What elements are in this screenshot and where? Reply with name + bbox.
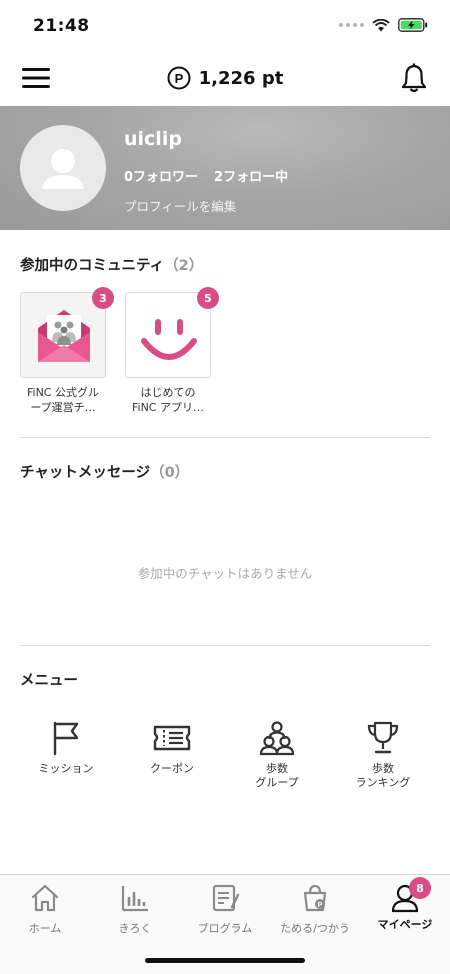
tab-icon-wrapper: 8 <box>390 877 431 913</box>
coupon-icon <box>153 725 191 751</box>
menu-item-label: クーポン <box>120 762 224 776</box>
followers-link[interactable]: 0フォロワー <box>124 166 198 185</box>
status-indicators <box>339 18 428 32</box>
community-name-line1: はじめての <box>140 386 196 399</box>
tab-records[interactable]: きろく <box>90 883 180 936</box>
edit-profile-link[interactable]: プロフィールを編集 <box>124 196 236 215</box>
smiley-icon <box>141 319 197 360</box>
wifi-icon <box>372 18 390 31</box>
community-card[interactable]: 5 はじめての FiNC アプリ… <box>125 287 219 415</box>
community-name-line2: ープ運営チ… <box>30 401 96 414</box>
menu-item-label-line1: クーポン <box>150 762 194 775</box>
communities-count: （2） <box>164 258 204 274</box>
tab-home[interactable]: ホーム <box>0 883 90 936</box>
follow-stats: 0フォロワー 2フォロー中 <box>124 166 288 185</box>
points-icon: P <box>167 66 191 90</box>
battery-icon <box>398 18 428 32</box>
chart-icon <box>121 886 148 912</box>
community-name-line2: FiNC アプリ… <box>132 401 204 414</box>
tab-label: マイページ <box>377 918 433 931</box>
bell-icon[interactable] <box>400 63 428 93</box>
communities-title: 参加中のコミュニティ <box>20 258 165 274</box>
community-card[interactable]: 3 FiNC 公式グル ープ運営チ… <box>20 287 114 415</box>
home-icon <box>31 884 59 912</box>
bag-icon-letter: P <box>318 902 323 909</box>
community-thumbnail: 5 <box>125 287 219 378</box>
status-time: 21:48 <box>33 16 90 36</box>
community-name: FiNC 公式グル ープ運営チ… <box>20 385 106 415</box>
chat-title: チャットメッセージ <box>20 465 151 481</box>
avatar[interactable] <box>20 125 106 211</box>
app-header: P 1,226 pt <box>0 50 450 106</box>
points-display[interactable]: P 1,226 pt <box>0 66 450 90</box>
tab-label: ためる/つかう <box>280 922 350 935</box>
community-name-line1: FiNC 公式グル <box>27 386 99 399</box>
notification-badge: 5 <box>197 287 219 309</box>
tab-label: きろく <box>118 922 152 935</box>
coupon-menu-item[interactable]: クーポン <box>120 720 224 776</box>
tab-label: ホーム <box>28 922 62 935</box>
menu-item-label-line1: 歩数 <box>372 762 394 775</box>
default-avatar-icon <box>42 149 84 189</box>
communities-section-title: 参加中のコミュニティ（2） <box>20 254 203 275</box>
menu-item-label-line2: グループ <box>255 776 299 789</box>
chat-section-title: チャットメッセージ（0） <box>20 461 189 482</box>
group-icon <box>259 721 295 756</box>
divider <box>20 645 430 646</box>
home-indicator <box>145 958 305 963</box>
username: uiclip <box>124 128 182 150</box>
tab-program[interactable]: プログラム <box>180 883 270 936</box>
points-icon-letter: P <box>174 71 183 86</box>
tab-my-page[interactable]: 8 マイページ <box>360 877 450 932</box>
community-thumbnail: 3 <box>20 287 114 378</box>
menu-item-label: 歩数 グループ <box>225 762 329 790</box>
trophy-icon <box>367 721 399 754</box>
tab-earn-use[interactable]: P ためる/つかう <box>270 883 360 936</box>
bag-icon: P <box>303 884 327 912</box>
menu-item-label-line1: ミッション <box>38 762 94 775</box>
divider <box>20 437 430 438</box>
status-bar: 21:48 <box>0 0 450 50</box>
notification-badge: 8 <box>409 877 431 899</box>
envelope-icon <box>38 310 90 362</box>
chat-count: （0） <box>150 465 190 481</box>
step-group-menu-item[interactable]: 歩数 グループ <box>225 720 329 790</box>
signal-icon <box>339 23 364 27</box>
menu-item-label-line2: ランキング <box>355 776 411 789</box>
tab-label: プログラム <box>197 922 253 935</box>
notification-badge: 3 <box>92 287 114 309</box>
menu-item-label-line1: 歩数 <box>266 762 288 775</box>
program-icon <box>212 884 240 912</box>
menu-item-label: 歩数 ランキング <box>331 762 435 790</box>
profile-banner: uiclip 0フォロワー 2フォロー中 プロフィールを編集 <box>0 106 450 230</box>
following-link[interactable]: 2フォロー中 <box>214 166 288 185</box>
community-name: はじめての FiNC アプリ… <box>125 385 211 415</box>
step-ranking-menu-item[interactable]: 歩数 ランキング <box>331 720 435 790</box>
menu-section-title: メニュー <box>20 673 78 689</box>
points-value: 1,226 pt <box>198 67 284 89</box>
menu-item-label: ミッション <box>14 762 118 776</box>
empty-chat-message: 参加中のチャットはありません <box>137 566 313 581</box>
flag-icon <box>53 721 79 756</box>
mission-menu-item[interactable]: ミッション <box>14 720 118 776</box>
